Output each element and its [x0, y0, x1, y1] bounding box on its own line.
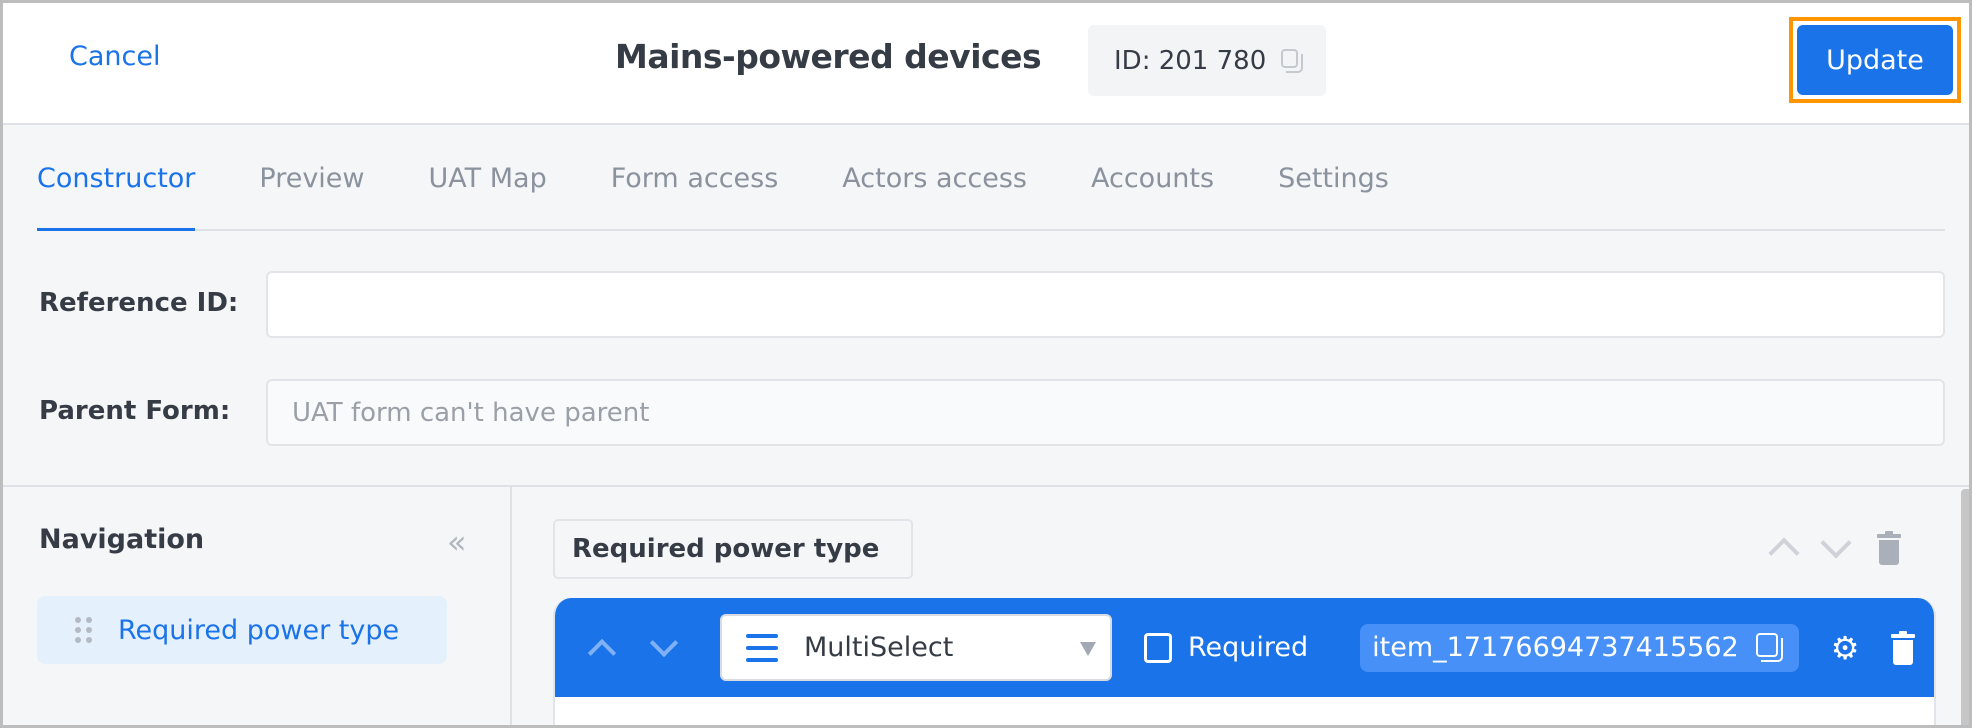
- move-up-icon[interactable]: [1768, 537, 1800, 569]
- item-id-value: item_17176694737415562: [1372, 632, 1739, 663]
- tab-form-access[interactable]: Form access: [611, 163, 779, 229]
- navigation-sidebar: Navigation ‹‹ Required power type: [3, 487, 512, 725]
- tab-preview[interactable]: Preview: [259, 163, 364, 229]
- constructor-main: Required power type MultiSelect Required: [514, 487, 1969, 725]
- parent-form-input: [266, 379, 1945, 446]
- required-checkbox-row[interactable]: Required: [1144, 632, 1308, 663]
- update-button[interactable]: Update: [1797, 25, 1953, 95]
- field-type-value: MultiSelect: [804, 632, 954, 663]
- tab-bar: Constructor Preview UAT Map Form access …: [37, 163, 1945, 231]
- gear-icon[interactable]: ⚙: [1831, 632, 1860, 664]
- required-label: Required: [1188, 632, 1309, 663]
- list-icon: [746, 633, 778, 662]
- reference-id-label: Reference ID:: [39, 288, 239, 318]
- tab-uat-map[interactable]: UAT Map: [429, 163, 547, 229]
- field-toolbar: MultiSelect Required item_17176694737415…: [555, 598, 1934, 697]
- scrollbar[interactable]: [1961, 489, 1969, 725]
- delete-section-icon[interactable]: [1877, 531, 1901, 565]
- field-move-down-icon[interactable]: [649, 628, 679, 657]
- tab-constructor[interactable]: Constructor: [37, 163, 196, 231]
- tab-accounts[interactable]: Accounts: [1091, 163, 1214, 229]
- update-button-highlight: Update: [1789, 17, 1961, 103]
- field-title-input[interactable]: Required power type: [553, 519, 913, 579]
- nav-item-label: Required power type: [118, 614, 400, 646]
- parent-form-label: Parent Form:: [39, 396, 231, 426]
- app-window: Cancel Mains-powered devices ID: 201 780…: [0, 0, 1972, 728]
- move-down-icon[interactable]: [1820, 527, 1852, 559]
- field-type-select[interactable]: MultiSelect: [720, 614, 1112, 681]
- drag-handle-icon[interactable]: [75, 617, 92, 643]
- copy-item-id-icon[interactable]: [1755, 632, 1787, 664]
- navigation-title: Navigation: [39, 524, 205, 555]
- section-actions: [1768, 527, 1901, 569]
- required-checkbox[interactable]: [1144, 632, 1172, 663]
- field-card: MultiSelect Required item_17176694737415…: [553, 598, 1936, 725]
- copy-icon[interactable]: [1280, 48, 1306, 74]
- page-title: Mains-powered devices: [615, 37, 1042, 76]
- reference-id-input[interactable]: [266, 271, 1945, 338]
- dropdown-caret-icon: [1080, 642, 1096, 656]
- tab-actors-access[interactable]: Actors access: [842, 163, 1027, 229]
- item-id-chip: item_17176694737415562: [1360, 623, 1799, 672]
- cancel-button[interactable]: Cancel: [69, 41, 160, 72]
- tab-settings[interactable]: Settings: [1278, 163, 1389, 229]
- form-id-chip: ID: 201 780: [1088, 25, 1326, 96]
- header: Cancel Mains-powered devices ID: 201 780…: [3, 3, 1969, 125]
- delete-field-icon[interactable]: [1891, 630, 1916, 665]
- nav-item-required-power-type[interactable]: Required power type: [37, 596, 447, 664]
- form-id-label: ID: 201 780: [1114, 45, 1267, 76]
- double-chevron-left-icon[interactable]: ‹‹: [447, 523, 466, 561]
- field-move-up-icon[interactable]: [587, 638, 617, 667]
